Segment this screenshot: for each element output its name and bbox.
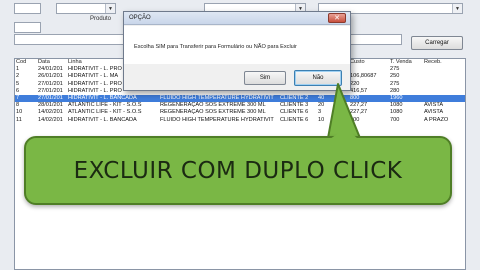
callout-pointer-joint	[330, 128, 358, 139]
